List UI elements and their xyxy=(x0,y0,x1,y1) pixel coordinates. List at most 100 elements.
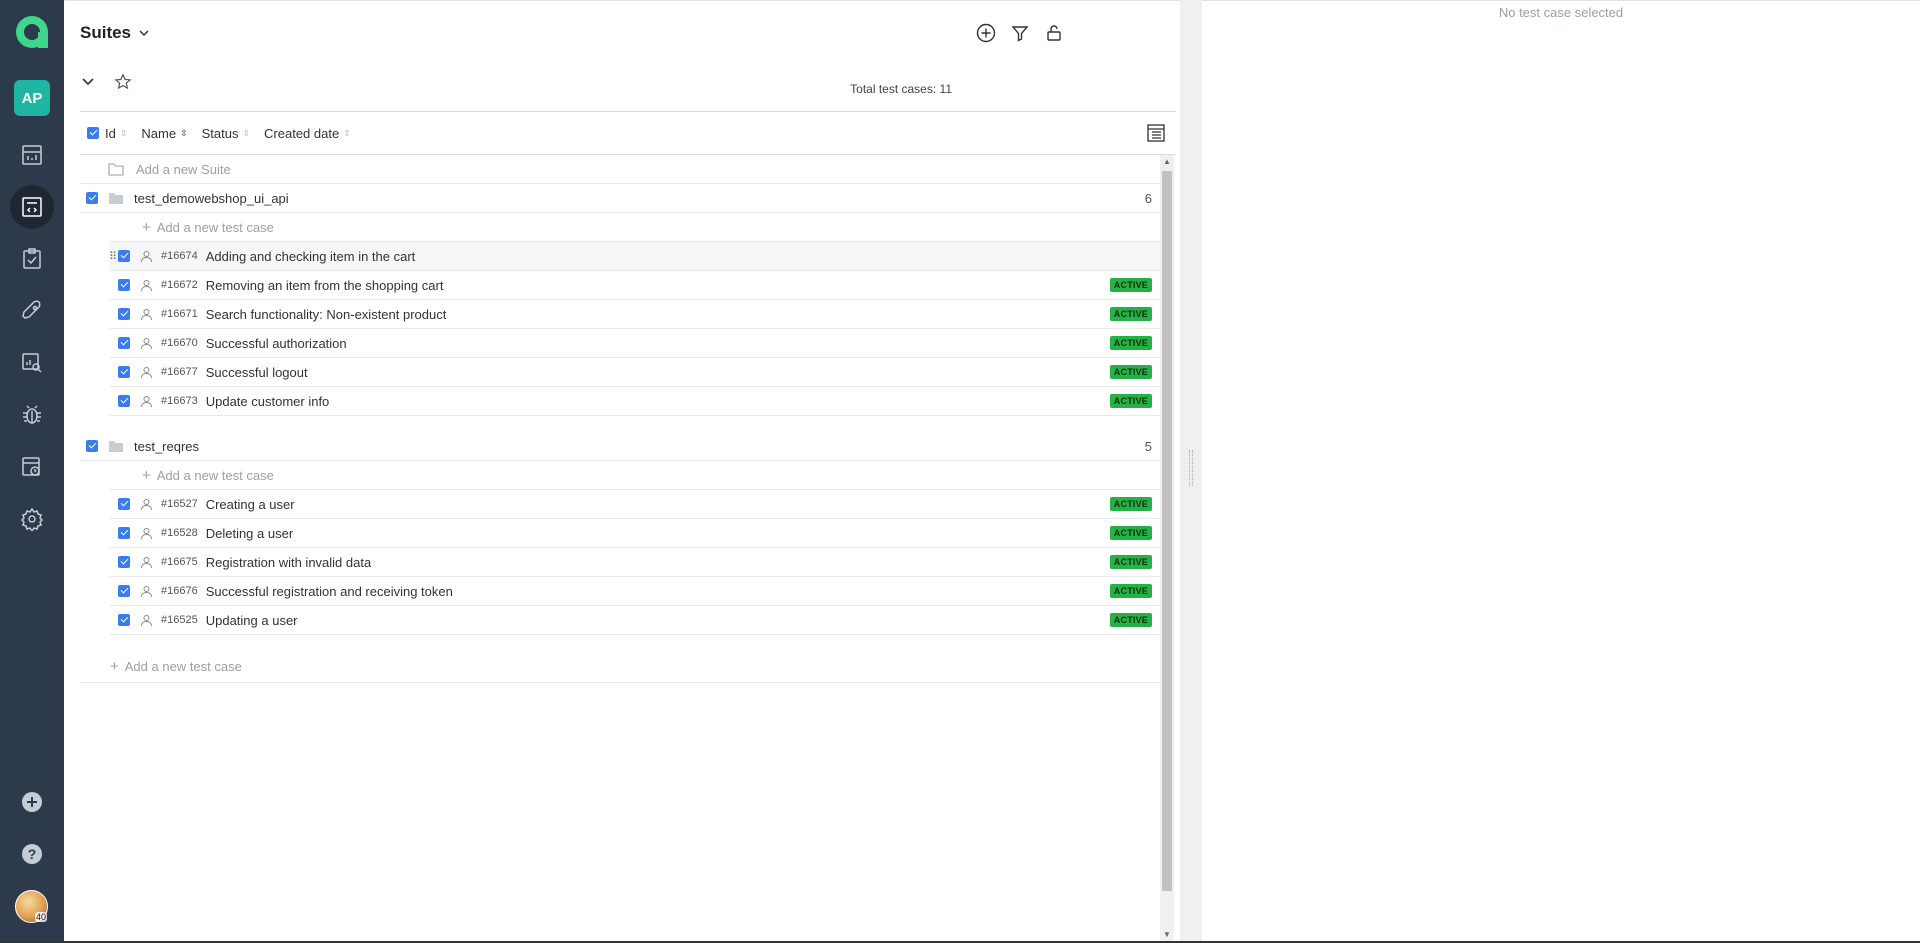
col-name[interactable]: Name ⇳ xyxy=(141,126,187,141)
nav-sidebar: AP ? 40 xyxy=(0,0,64,943)
case-checkbox[interactable] xyxy=(118,614,130,626)
empty-detail-message: No test case selected xyxy=(1498,5,1624,20)
person-icon xyxy=(141,585,152,597)
col-id[interactable]: Id ⇳ xyxy=(105,126,127,141)
case-title: Successful logout xyxy=(205,364,308,380)
test-case-row[interactable]: #16675 Registration with invalid data AC… xyxy=(110,548,1160,577)
case-checkbox[interactable] xyxy=(118,585,130,597)
test-case-row[interactable]: #16676 Successful registration and recei… xyxy=(110,577,1160,606)
repository-icon[interactable] xyxy=(10,185,54,229)
test-case-row[interactable]: #16525 Updating a user ACTIVE xyxy=(110,606,1160,635)
drag-handle-icon[interactable]: ⠿ xyxy=(109,250,117,263)
defects-icon[interactable] xyxy=(10,393,54,437)
add-suite-row[interactable]: Add a new Suite xyxy=(80,155,1160,184)
collapse-all-icon[interactable] xyxy=(80,74,96,95)
panel-splitter[interactable] xyxy=(1180,0,1202,943)
suite-checkbox[interactable] xyxy=(86,192,98,204)
person-icon xyxy=(141,498,152,510)
svg-text:?: ? xyxy=(28,846,37,862)
case-title: Update customer info xyxy=(205,393,330,409)
add-case-row[interactable]: + Add a new test case xyxy=(110,461,1160,490)
add-icon[interactable] xyxy=(10,780,54,824)
case-title: Registration with invalid data xyxy=(205,554,372,570)
help-icon[interactable]: ? xyxy=(10,832,54,876)
suite-count: 6 xyxy=(1144,190,1152,206)
case-checkbox[interactable] xyxy=(118,250,130,262)
test-case-row[interactable]: #16673 Update customer info ACTIVE xyxy=(110,387,1160,416)
add-case-root-row[interactable]: + Add a new test case xyxy=(80,651,1160,683)
tree-view-icon[interactable] xyxy=(1146,123,1166,148)
launches-icon[interactable] xyxy=(10,289,54,333)
sort-icon: ⇳ xyxy=(180,127,188,138)
person-icon xyxy=(141,614,152,626)
select-all-checkbox[interactable] xyxy=(87,127,99,139)
test-case-row[interactable]: #16671 Search functionality: Non-existen… xyxy=(110,300,1160,329)
test-case-row[interactable]: #16670 Successful authorization ACTIVE xyxy=(110,329,1160,358)
case-checkbox[interactable] xyxy=(118,366,130,378)
test-case-row[interactable]: #16672 Removing an item from the shoppin… xyxy=(110,271,1160,300)
star-icon[interactable] xyxy=(114,73,132,96)
case-checkbox[interactable] xyxy=(118,308,130,320)
suite-row[interactable]: test_demowebshop_ui_api 6 xyxy=(80,184,1160,213)
case-id: #16671 xyxy=(161,308,198,320)
settings-icon[interactable] xyxy=(10,497,54,541)
case-title: Adding and checking item in the cart xyxy=(205,248,416,264)
case-checkbox[interactable] xyxy=(118,279,130,291)
dashboard-icon[interactable] xyxy=(10,133,54,177)
test-case-row[interactable]: #16528 Deleting a user ACTIVE xyxy=(110,519,1160,548)
suite-count: 5 xyxy=(1144,438,1152,454)
add-case-label: Add a new test case xyxy=(156,467,274,483)
col-status[interactable]: Status ⇳ xyxy=(202,126,250,141)
suite-name: test_reqres xyxy=(134,438,200,454)
test-plans-icon[interactable] xyxy=(10,237,54,281)
person-icon xyxy=(141,395,152,407)
scroll-up-arrow[interactable]: ▲ xyxy=(1163,157,1171,166)
case-title: Removing an item from the shopping cart xyxy=(205,277,444,293)
col-id-label: Id xyxy=(105,125,116,141)
suite-checkbox[interactable] xyxy=(86,440,98,452)
case-id: #16527 xyxy=(161,498,198,510)
add-case-row[interactable]: + Add a new test case xyxy=(110,213,1160,242)
case-checkbox[interactable] xyxy=(118,556,130,568)
filter-icon[interactable] xyxy=(1010,23,1030,43)
app-logo-icon[interactable] xyxy=(14,14,50,50)
status-badge: ACTIVE xyxy=(1109,278,1152,292)
case-title: Successful authorization xyxy=(205,335,347,351)
col-created-date[interactable]: Created date ⇳ xyxy=(264,126,351,141)
user-avatar[interactable]: 40 xyxy=(15,890,48,923)
scroll-down-arrow[interactable]: ▼ xyxy=(1163,930,1171,939)
test-case-row[interactable]: #16677 Successful logout ACTIVE xyxy=(110,358,1160,387)
chevron-down-icon xyxy=(139,30,149,37)
person-icon xyxy=(141,337,152,349)
case-checkbox[interactable] xyxy=(118,527,130,539)
case-id: #16673 xyxy=(161,395,198,407)
status-badge: ACTIVE xyxy=(1109,307,1152,321)
case-checkbox[interactable] xyxy=(118,395,130,407)
status-badge: ACTIVE xyxy=(1109,336,1152,350)
test-case-row[interactable]: ⠿ #16674 Adding and checking item in the… xyxy=(109,242,1160,271)
status-badge: ACTIVE xyxy=(1109,394,1152,408)
test-case-row[interactable]: #16527 Creating a user ACTIVE xyxy=(110,490,1160,519)
environments-icon[interactable] xyxy=(10,445,54,489)
scrollbar-thumb[interactable] xyxy=(1162,171,1172,891)
status-badge: ACTIVE xyxy=(1109,365,1152,379)
drag-grip-icon[interactable] xyxy=(1189,450,1193,486)
case-title: Updating a user xyxy=(205,612,298,628)
add-suite-label: Add a new Suite xyxy=(136,161,231,177)
case-checkbox[interactable] xyxy=(118,498,130,510)
case-checkbox[interactable] xyxy=(118,337,130,349)
unlock-icon[interactable] xyxy=(1044,23,1064,43)
vertical-scrollbar[interactable]: ▲ ▼ xyxy=(1160,155,1174,941)
suites-panel: Suites Total test cases: 11 Id ⇳ Name ⇳ St… xyxy=(64,0,1180,943)
col-created-label: Created date xyxy=(264,125,340,141)
suite-row[interactable]: test_reqres 5 xyxy=(80,432,1160,461)
column-header: Id ⇳ Name ⇳ Status ⇳ Created date ⇳ xyxy=(80,111,1176,155)
analytics-icon[interactable] xyxy=(10,341,54,385)
suites-dropdown[interactable]: Suites xyxy=(80,23,151,43)
case-id: #16525 xyxy=(161,614,198,626)
add-circle-icon[interactable] xyxy=(976,23,996,43)
sort-icon: ⇳ xyxy=(343,127,351,138)
status-badge: ACTIVE xyxy=(1109,497,1152,511)
status-badge: ACTIVE xyxy=(1109,526,1152,540)
project-avatar[interactable]: AP xyxy=(14,80,50,116)
